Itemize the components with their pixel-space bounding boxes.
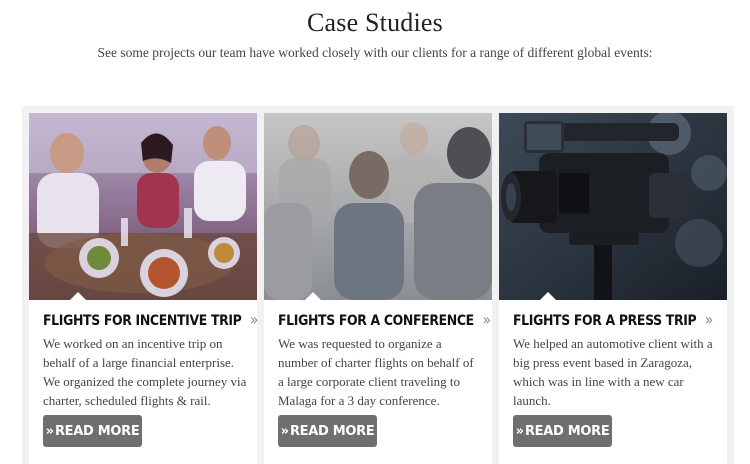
chevron-right-icon: » <box>704 310 713 329</box>
card-description: We worked on an incentive trip on behalf… <box>43 336 247 408</box>
double-chevron-icon: » <box>45 423 55 439</box>
image-pointer-notch <box>69 292 87 301</box>
card-title[interactable]: FLIGHTS FOR A PRESS TRIP» <box>513 310 713 329</box>
read-more-button[interactable]: » READ MORE <box>278 415 377 447</box>
double-chevron-icon: » <box>515 423 525 439</box>
card-title[interactable]: FLIGHTS FOR A CONFERENCE» <box>278 310 491 329</box>
card-description: We was requested to organize a number of… <box>278 336 474 408</box>
case-study-card-press-trip: FLIGHTS FOR A PRESS TRIP» We helped an a… <box>499 113 727 464</box>
read-more-button[interactable]: » READ MORE <box>43 415 142 447</box>
case-study-card-incentive-trip: FLIGHTS FOR INCENTIVE TRIP» We worked on… <box>29 113 258 464</box>
read-more-label: READ MORE <box>54 423 140 439</box>
card-title[interactable]: FLIGHTS FOR INCENTIVE TRIP» <box>43 310 258 329</box>
press-video-camera-photo[interactable] <box>499 113 727 300</box>
conference-audience-photo[interactable] <box>264 113 492 300</box>
dinner-party-photo[interactable] <box>29 113 257 300</box>
image-pointer-notch <box>539 292 557 301</box>
page-subtitle: See some projects our team have worked c… <box>97 45 653 60</box>
page-title: Case Studies <box>306 8 443 37</box>
read-more-label: READ MORE <box>524 423 610 439</box>
double-chevron-icon: » <box>280 423 290 439</box>
case-studies-section: Case Studies See some projects our team … <box>0 0 750 464</box>
read-more-label: READ MORE <box>289 423 375 439</box>
card-description: We helped an automotive client with a bi… <box>513 336 713 408</box>
read-more-button[interactable]: » READ MORE <box>513 415 612 447</box>
chevron-right-icon: » <box>482 310 490 329</box>
image-pointer-notch <box>304 292 322 301</box>
chevron-right-icon: » <box>250 310 258 329</box>
case-study-card-conference: FLIGHTS FOR A CONFERENCE» We was request… <box>264 113 492 464</box>
